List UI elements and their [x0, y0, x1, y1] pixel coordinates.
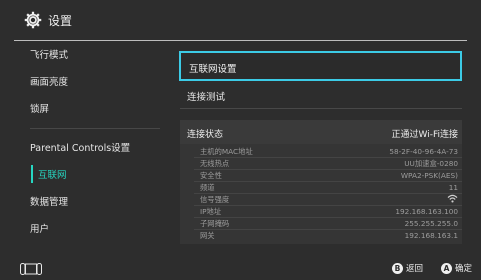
- sidebar-item-screen-brightness[interactable]: 画面亮度: [30, 72, 160, 94]
- internet-settings-item[interactable]: 互联网设置: [179, 51, 462, 81]
- settings-screen: 设置 飞行模式 画面亮度 锁屏 Parental Controls设置 互联网 …: [0, 0, 481, 280]
- status-row-security: 安全性 WPA2-PSK(AES): [180, 170, 462, 182]
- header: 设置: [0, 0, 481, 40]
- status-row-label: 子网掩码: [200, 219, 230, 228]
- a-button-icon: A: [441, 263, 452, 274]
- status-row-mac: 主机的MAC地址 58-2F-40-96-4A-73: [180, 146, 462, 158]
- sidebar-item-data-management[interactable]: 数据管理: [30, 192, 160, 214]
- connection-test-item[interactable]: 连接测试: [187, 89, 225, 103]
- sidebar-item-screen-lock[interactable]: 锁屏: [30, 99, 160, 121]
- status-row-label: 网关: [200, 231, 215, 240]
- status-row-channel: 频道 11: [180, 182, 462, 194]
- sidebar-item-users[interactable]: 用户: [30, 219, 160, 241]
- connection-status-panel: 连接状态 正通过Wi-Fi连接 主机的MAC地址 58-2F-40-96-4A-…: [180, 120, 462, 244]
- status-row-gateway: 网关 192.168.163.1: [180, 230, 462, 242]
- connection-status-value: 正通过Wi-Fi连接: [391, 130, 458, 140]
- wifi-signal-icon: [447, 194, 458, 203]
- status-row-value: UU加速盒-0280: [404, 159, 458, 168]
- status-row-value: 255.255.255.0: [404, 219, 458, 228]
- status-row-signal: 信号强度: [180, 194, 462, 206]
- confirm-button[interactable]: A 确定: [441, 263, 472, 275]
- connection-status-header: 连接状态 正通过Wi-Fi连接: [180, 120, 462, 144]
- status-row-label: 安全性: [200, 171, 222, 180]
- console-icon: [20, 263, 42, 275]
- b-button-icon: B: [392, 263, 403, 274]
- internet-settings-label: 互联网设置: [189, 64, 237, 75]
- back-button[interactable]: B 返回: [392, 263, 423, 275]
- status-row-label: 频道: [200, 183, 215, 192]
- sidebar-item-airplane-mode[interactable]: 飞行模式: [30, 45, 160, 67]
- status-row-value: 192.168.163.1: [404, 231, 458, 240]
- status-row-subnet: 子网掩码 255.255.255.0: [180, 218, 462, 230]
- status-row-label: 无线热点: [200, 159, 230, 168]
- connection-status-title: 连接状态: [187, 130, 224, 140]
- status-row-label: 信号强度: [200, 195, 230, 204]
- confirm-label: 确定: [455, 264, 473, 274]
- gear-icon: [24, 11, 42, 29]
- status-row-value: 58-2F-40-96-4A-73: [389, 147, 458, 156]
- sidebar-divider: [30, 128, 160, 129]
- page-title: 设置: [48, 14, 73, 28]
- panel-divider: [180, 108, 462, 109]
- status-row-label: 主机的MAC地址: [200, 147, 253, 156]
- sidebar-item-parental-controls[interactable]: Parental Controls设置: [30, 138, 160, 160]
- status-row-value: WPA2-PSK(AES): [400, 171, 458, 180]
- status-row-ip: IP地址 192.168.163.100: [180, 206, 462, 218]
- back-label: 返回: [406, 264, 424, 274]
- status-row-value: 11: [448, 183, 458, 192]
- status-row-hotspot: 无线热点 UU加速盒-0280: [180, 158, 462, 170]
- status-row-value: 192.168.163.100: [395, 207, 458, 216]
- sidebar: 飞行模式 画面亮度 锁屏 Parental Controls设置 互联网 数据管…: [0, 41, 168, 241]
- status-row-label: IP地址: [200, 207, 222, 216]
- sidebar-active-indicator: [31, 165, 33, 183]
- sidebar-item-internet[interactable]: 互联网: [38, 165, 168, 187]
